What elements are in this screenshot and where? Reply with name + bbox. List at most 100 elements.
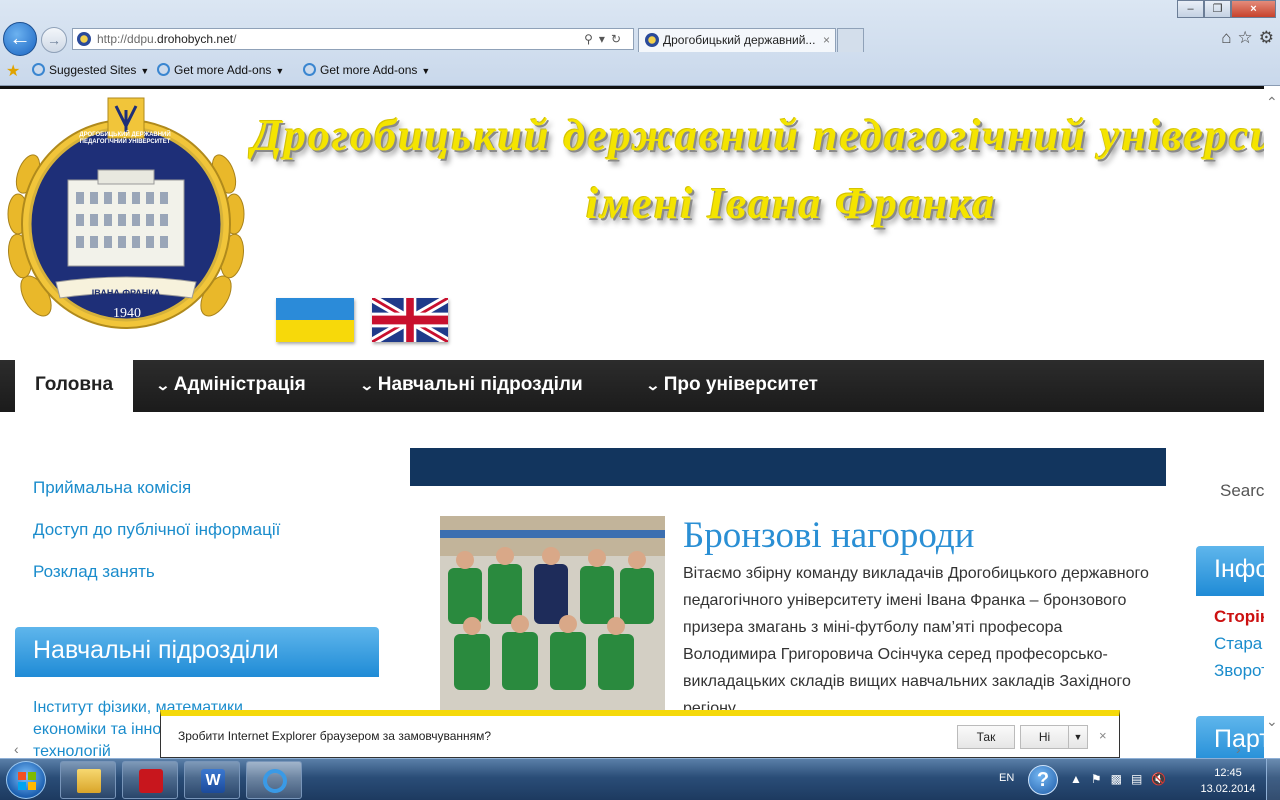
nav-label: Про університет (663, 374, 818, 395)
favorites-icon[interactable]: ★ (6, 61, 20, 81)
default-browser-notification: Зробити Internet Explorer браузером за з… (160, 710, 1120, 758)
right-link-1[interactable]: Сторінка (1214, 607, 1264, 634)
language-indicator[interactable]: EN (999, 772, 1014, 784)
tools-gear-icon[interactable]: ⚙ (1259, 28, 1274, 48)
fav-label: Suggested Sites (49, 63, 137, 77)
right-link-2[interactable]: Стара версія (1214, 634, 1264, 661)
nav-item-home[interactable]: Головна (15, 360, 133, 412)
scroll-left-icon[interactable]: ‹ (14, 741, 19, 757)
start-button[interactable] (6, 761, 46, 799)
tab-favicon-icon (645, 33, 659, 47)
seal-text: ДРОГОБИЦЬКИЙ ДЕРЖАВНИЙ ПЕДАГОГІЧНИЙ УНІВ… (79, 132, 171, 145)
link-schedule[interactable]: Розклад занять (33, 562, 280, 604)
screen: ← → http://ddpu.drohobych.net/ ⚲▾↻ Дрого… (0, 0, 1280, 800)
slider-bar (410, 448, 1166, 486)
home-icon[interactable]: ⌂ (1221, 28, 1231, 48)
units-box-header: Навчальні підрозділи (15, 627, 379, 677)
ukrainian-flag-icon[interactable] (276, 298, 354, 342)
minimize-button[interactable]: – (1177, 0, 1204, 18)
refresh-icon[interactable]: ↻ (611, 32, 627, 46)
site-favicon-icon (77, 32, 91, 46)
caret-down-icon: ▼ (421, 66, 431, 76)
favorites-star-icon[interactable]: ☆ (1238, 28, 1253, 48)
notification-close-icon[interactable]: × (1099, 728, 1107, 743)
clock[interactable]: 12:45 13.02.2014 (1198, 765, 1258, 797)
university-seal-logo[interactable]: ДРОГОБИЦЬКИЙ ДЕРЖАВНИЙ ПЕДАГОГІЧНИЙ УНІВ… (6, 96, 246, 352)
banner-title-line1: Дрогобицький державний педагогічний унів… (252, 111, 1264, 160)
caret-down-icon: ▼ (140, 66, 150, 76)
favorites-bar: ★ Suggested Sites ▼ Get more Add-ons ▼ Get… (0, 58, 1280, 84)
scroll-up-icon[interactable]: ⌃ (1266, 94, 1278, 111)
windows-logo-icon (18, 772, 36, 790)
new-tab-button[interactable] (837, 28, 864, 52)
url-domain: drohobych.net (157, 32, 234, 46)
close-window-button[interactable]: × (1231, 0, 1276, 18)
url-prefix: http://ddpu. (97, 32, 158, 46)
fav-suggested-sites[interactable]: Suggested Sites ▼ (32, 63, 149, 77)
ie-icon (303, 63, 316, 76)
show-desktop-button[interactable] (1266, 759, 1280, 800)
main-nav: Головна ⌄ Адміністрація ⌄ Навчальні підроз… (0, 360, 1264, 412)
taskbar-internet-explorer[interactable] (246, 761, 302, 799)
pdf-icon (139, 769, 163, 793)
ie-icon (32, 63, 45, 76)
fav-add-ons-1[interactable]: Get more Add-ons ▼ (157, 63, 284, 77)
news-photo[interactable] (440, 516, 665, 716)
volume-muted-icon[interactable]: 🔇 (1151, 772, 1175, 786)
browser-tab[interactable]: Дрогобицький державний... × (638, 28, 836, 52)
right-link-3[interactable]: Зворотній зв'язок (1214, 661, 1264, 688)
search-label[interactable]: Search (1220, 481, 1264, 501)
vertical-scrollbar[interactable]: ⌃ ⌄ (1264, 86, 1280, 758)
window-controls: – ❐ × (1177, 0, 1276, 18)
url-suffix: / (233, 32, 237, 46)
scroll-down-icon[interactable]: ⌄ (1266, 713, 1278, 730)
nav-label: Адміністрація (173, 374, 306, 395)
address-bar[interactable]: http://ddpu.drohobych.net/ ⚲▾↻ (72, 28, 634, 50)
uk-flag-icon[interactable] (370, 294, 450, 346)
link-public-info[interactable]: Доступ до публічної інформації (33, 520, 280, 562)
notification-yes-button[interactable]: Так (957, 725, 1015, 749)
device-icon[interactable]: ▩ (1111, 772, 1131, 786)
scroll-right-icon[interactable]: › (1236, 741, 1241, 757)
forward-button[interactable]: → (41, 27, 67, 53)
seal-year: 1940 (113, 306, 141, 321)
nav-item-units[interactable]: ⌄ Навчальні підрозділи (359, 360, 582, 412)
toolbar-icons: ⌂ ☆ ⚙ (1221, 28, 1274, 48)
back-button[interactable]: ← (3, 22, 37, 56)
taskbar-word[interactable]: W (184, 761, 240, 799)
taskbar-explorer[interactable] (60, 761, 116, 799)
clock-time: 12:45 (1214, 767, 1242, 779)
nav-item-about[interactable]: ⌄ Про університет (645, 360, 818, 412)
units-box-title: Навчальні підрозділи (33, 636, 279, 664)
tray-icons: ▲⚑▩▤🔇 (1070, 772, 1175, 786)
news-title-link[interactable]: Бронзові нагороди (683, 514, 974, 557)
network-icon[interactable]: ▤ (1131, 772, 1151, 786)
help-icon[interactable]: ? (1028, 765, 1058, 795)
fav-add-ons-2[interactable]: Get more Add-ons ▼ (303, 63, 430, 77)
tab-close-icon[interactable]: × (823, 29, 830, 51)
address-tools[interactable]: ⚲▾↻ (584, 29, 627, 49)
taskbar: W EN ? ▲⚑▩▤🔇 12:45 13.02.2014 (0, 758, 1280, 800)
search-icon[interactable]: ⚲ (584, 32, 599, 46)
action-center-flag-icon[interactable]: ⚑ (1091, 772, 1111, 786)
team-photo-graphic (440, 516, 665, 716)
maximize-button[interactable]: ❐ (1204, 0, 1231, 18)
link-admissions[interactable]: Приймальна комісія (33, 478, 280, 520)
chevron-down-icon: ⌄ (645, 377, 661, 393)
caret-down-icon: ▼ (275, 66, 285, 76)
chevron-down-icon: ⌄ (155, 377, 171, 393)
taskbar-acrobat[interactable] (122, 761, 178, 799)
tray-expand-icon[interactable]: ▲ (1070, 772, 1091, 786)
notification-no-button[interactable]: Ні (1020, 725, 1069, 749)
folder-icon (77, 769, 101, 793)
banner-title-line2: імені Івана Франка (586, 179, 997, 228)
info-box-title: Інформація (1214, 555, 1264, 583)
ie-icon (263, 769, 287, 793)
notification-options-icon[interactable]: ▼ (1068, 725, 1088, 749)
web-page: ДРОГОБИЦЬКИЙ ДЕРЖАВНИЙ ПЕДАГОГІЧНИЙ УНІВ… (0, 86, 1264, 758)
news-body: Вітаємо збірну команду викладачів Дрогоб… (683, 565, 1149, 717)
word-icon: W (201, 769, 225, 793)
nav-item-administration[interactable]: ⌄ Адміністрація (155, 360, 306, 412)
chevron-down-icon: ⌄ (359, 377, 375, 393)
dropdown-icon[interactable]: ▾ (599, 32, 611, 46)
